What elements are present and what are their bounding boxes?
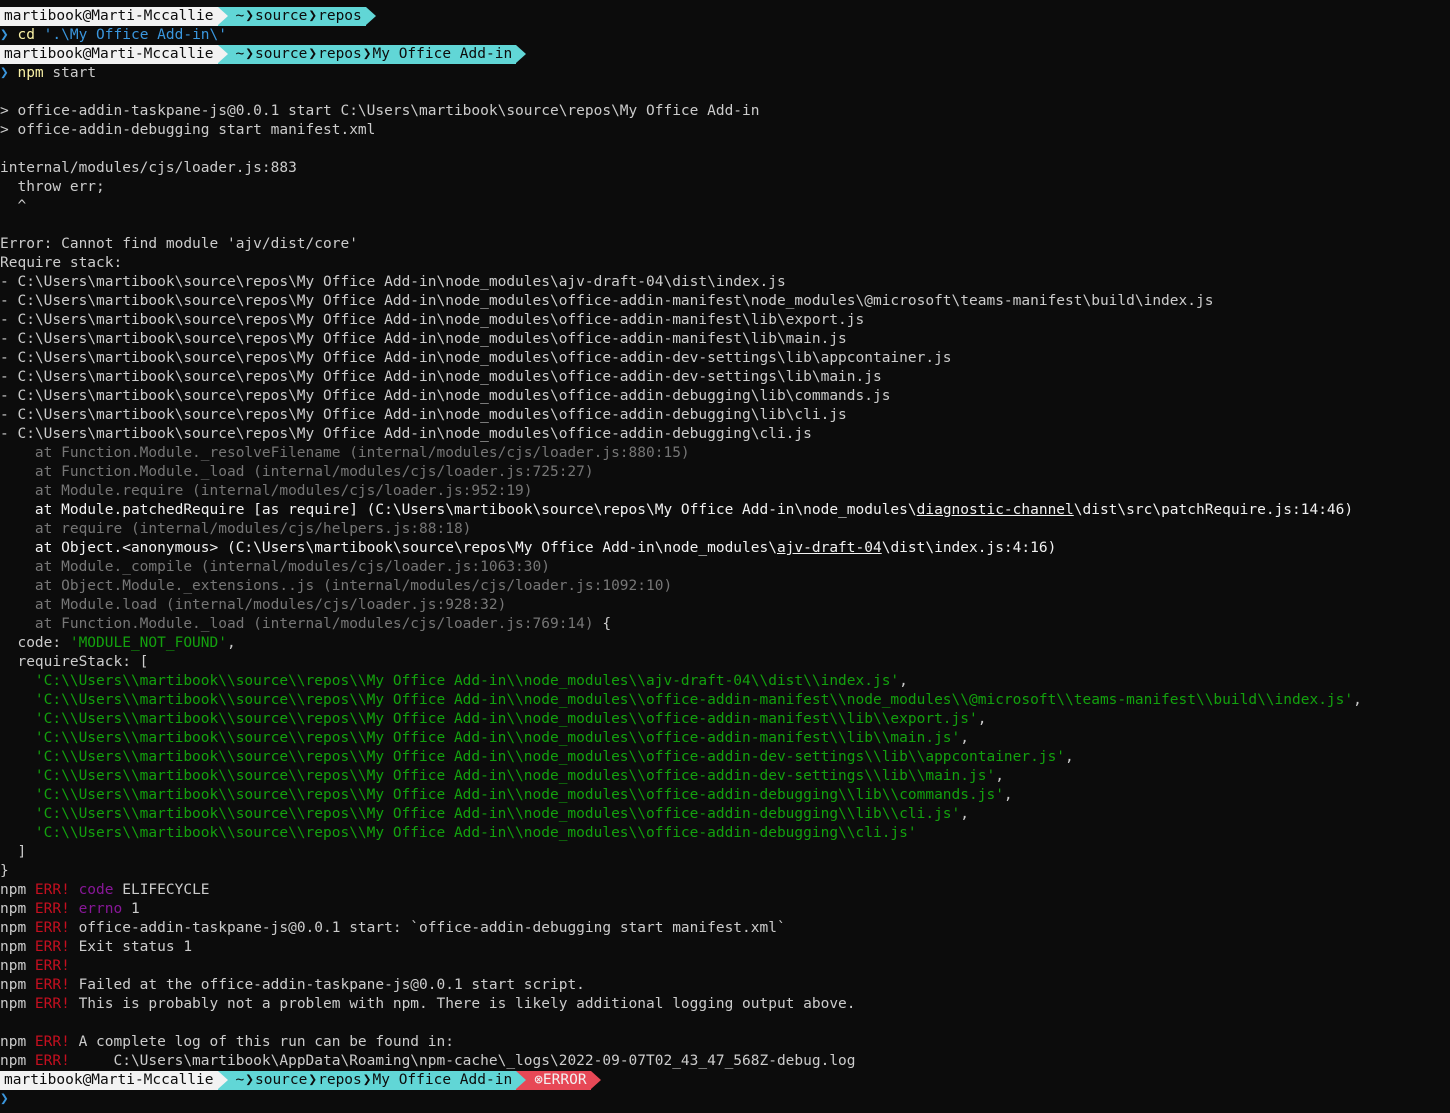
require-stack-string: 'C:\\Users\\martibook\\source\\repos\\My… [0,730,970,746]
prompt-path-segment: ~❯source❯repos [217,7,377,26]
output-line: > office-addin-debugging start manifest.… [0,122,376,138]
prompt-line: martibook@Marti-Mccallie ~❯source❯repos❯… [0,1071,1450,1090]
require-stack-item: - C:\Users\martibook\source\repos\My Off… [0,350,952,366]
error-icon: ⊗ [534,1072,543,1088]
stack-trace-line: at Module.load (internal/modules/cjs/loa… [0,597,507,613]
require-stack-string: 'C:\\Users\\martibook\\source\\repos\\My… [0,768,1004,784]
stack-trace-line: at Function.Module._load (internal/modul… [0,464,594,480]
prompt-error-segment: ⊗ERROR [516,1071,602,1090]
prompt-path-segment: ~❯source❯repos❯My Office Add-in [217,1071,526,1090]
command-line[interactable]: ❯ cd '.\My Office Add-in\' [0,26,1450,45]
module-link[interactable]: diagnostic-channel [917,502,1074,518]
stack-trace-line: at Function.Module._load (internal/modul… [0,616,612,632]
require-stack-item: - C:\Users\martibook\source\repos\My Off… [0,293,1214,309]
require-stack-string: 'C:\\Users\\martibook\\source\\repos\\My… [0,787,1013,803]
stack-trace-line: at Object.Module._extensions..js (intern… [0,578,673,594]
output-line: > office-addin-taskpane-js@0.0.1 start C… [0,103,760,119]
prompt-user-segment: martibook@Marti-Mccallie [0,1071,228,1090]
prompt-user-segment: martibook@Marti-Mccallie [0,7,228,26]
npm-error-line: npm ERR! code ELIFECYCLE [0,882,210,898]
command-line[interactable]: ❯ npm start [0,64,1450,83]
prompt-chevron-icon: ❯ [0,27,9,43]
command-name: npm [17,65,44,81]
command-arg: start [52,65,97,81]
module-link[interactable]: ajv-draft-04 [777,540,882,556]
require-stack-item: - C:\Users\martibook\source\repos\My Off… [0,274,786,290]
npm-error-line: npm ERR! This is probably not a problem … [0,996,856,1012]
require-stack-item: - C:\Users\martibook\source\repos\My Off… [0,388,891,404]
terminal-window[interactable]: martibook@Marti-Mccallie ~❯source❯repos … [0,0,1450,1109]
require-stack-item: - C:\Users\martibook\source\repos\My Off… [0,407,847,423]
prompt-path-segment: ~❯source❯repos❯My Office Add-in [217,45,526,64]
error-message: Error: Cannot find module 'ajv/dist/core… [0,236,358,252]
error-code-line: code: 'MODULE_NOT_FOUND', [0,635,236,651]
require-stack-string: 'C:\\Users\\martibook\\source\\repos\\My… [0,673,908,689]
stack-trace-line: at require (internal/modules/cjs/helpers… [0,521,472,537]
close-bracket: ] [0,844,27,860]
require-stack-string: 'C:\\Users\\martibook\\source\\repos\\My… [0,825,917,841]
close-brace: } [0,863,9,879]
prompt-chevron-icon: ❯ [0,65,9,81]
require-stack-string: 'C:\\Users\\martibook\\source\\repos\\My… [0,711,987,727]
output-line: throw err; [0,179,105,195]
prompt-line: martibook@Marti-Mccallie ~❯source❯repos❯… [0,45,1450,64]
output-line: internal/modules/cjs/loader.js:883 [0,160,297,176]
require-stack-string: 'C:\\Users\\martibook\\source\\repos\\My… [0,806,970,822]
command-input-line[interactable]: ❯ [0,1090,1450,1109]
stack-trace-line: at Module.patchedRequire [as require] (C… [0,502,1354,518]
stack-trace-line: at Function.Module._resolveFilename (int… [0,445,690,461]
npm-error-line: npm ERR! Exit status 1 [0,939,193,955]
npm-error-line: npm ERR! A complete log of this run can … [0,1034,454,1050]
stack-trace-line: at Module._compile (internal/modules/cjs… [0,559,550,575]
command-name: cd [17,27,35,43]
require-stack-item: - C:\Users\martibook\source\repos\My Off… [0,331,847,347]
command-arg: '.\My Office Add-in\' [43,27,227,43]
output-line: Require stack: [0,255,123,271]
output-line: ^ [0,198,27,214]
require-stack-string: 'C:\\Users\\martibook\\source\\repos\\My… [0,749,1074,765]
prompt-user-segment: martibook@Marti-Mccallie [0,45,228,64]
stack-trace-line: at Object.<anonymous> (C:\Users\martiboo… [0,540,1057,556]
prompt-line: martibook@Marti-Mccallie ~❯source❯repos [0,7,1450,26]
require-stack-key: requireStack: [ [0,654,149,670]
require-stack-item: - C:\Users\martibook\source\repos\My Off… [0,426,812,442]
require-stack-string: 'C:\\Users\\martibook\\source\\repos\\My… [0,692,1362,708]
npm-error-line: npm ERR! Failed at the office-addin-task… [0,977,585,993]
npm-error-line: npm ERR! office-addin-taskpane-js@0.0.1 … [0,920,786,936]
stack-trace-line: at Module.require (internal/modules/cjs/… [0,483,533,499]
npm-error-line: npm ERR! [0,958,70,974]
npm-error-line: npm ERR! errno 1 [0,901,140,917]
prompt-chevron-icon: ❯ [0,1091,9,1107]
require-stack-item: - C:\Users\martibook\source\repos\My Off… [0,312,865,328]
npm-error-line: npm ERR! C:\Users\martibook\AppData\Roam… [0,1053,856,1069]
require-stack-item: - C:\Users\martibook\source\repos\My Off… [0,369,882,385]
